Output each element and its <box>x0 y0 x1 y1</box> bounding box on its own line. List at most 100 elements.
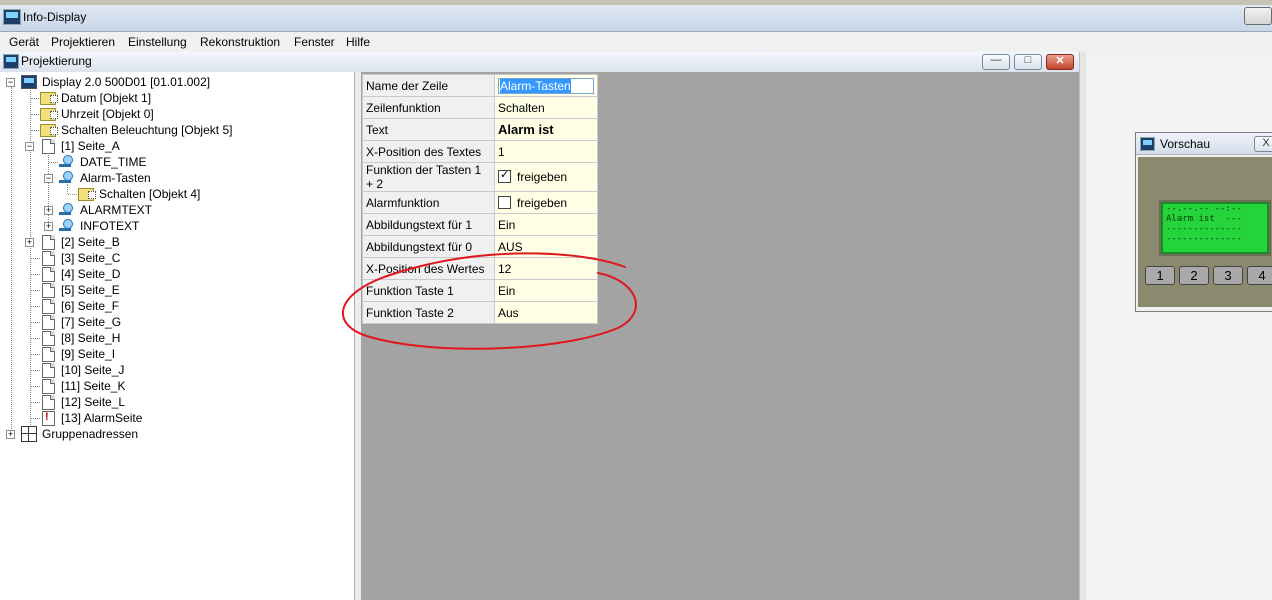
display-app-icon <box>3 9 21 25</box>
device-key-4[interactable]: 4 <box>1247 266 1272 285</box>
tree-item-groups[interactable]: + Gruppenadressen <box>0 426 350 442</box>
property-row: Text Alarm ist <box>362 118 598 141</box>
tree-label-page: [1] Seite_A <box>61 139 120 153</box>
display-icon <box>3 54 19 69</box>
group-addresses-icon <box>21 426 37 442</box>
tree-item-page[interactable]: [4] Seite_D <box>0 266 350 282</box>
tree-item-page[interactable]: [9] Seite_I <box>0 346 350 362</box>
tree-item-page[interactable]: [10] Seite_J <box>0 362 350 378</box>
display-device-icon <box>21 75 37 89</box>
child-minimize-button[interactable]: — <box>982 54 1010 70</box>
menu-fenster[interactable]: Fenster <box>294 35 335 49</box>
red-annotation-ellipse <box>341 252 637 350</box>
menu-rekonstruktion[interactable]: Rekonstruktion <box>200 35 280 49</box>
page-icon <box>42 251 55 266</box>
collapse-icon[interactable]: − <box>25 142 34 151</box>
tree-label-groups: Gruppenadressen <box>42 427 139 441</box>
expand-icon[interactable]: + <box>25 238 34 247</box>
expand-icon[interactable]: + <box>44 206 53 215</box>
freigeben-checkbox-checked[interactable] <box>498 168 511 183</box>
tree-item-page[interactable]: [6] Seite_F <box>0 298 350 314</box>
tree-item-page[interactable]: [7] Seite_G <box>0 314 350 330</box>
checkbox-label: freigeben <box>517 170 568 184</box>
menubar: Gerät Projektieren Einstellung Rekonstru… <box>0 32 1272 53</box>
tree-item-root[interactable]: − Display 2.0 500D01 [01.01.002] <box>0 74 350 90</box>
projektierung-title: Projektierung <box>21 54 92 68</box>
device-key-3[interactable]: 3 <box>1213 266 1243 285</box>
tree-item-page[interactable]: [11] Seite_K <box>0 378 350 394</box>
mdi-scrollbar[interactable] <box>1079 52 1086 600</box>
tree-item-page[interactable]: [5] Seite_E <box>0 282 350 298</box>
tree-item-page[interactable]: [12] Seite_L <box>0 394 350 410</box>
tree-item-line-selected[interactable]: − Alarm-Tasten <box>0 170 350 186</box>
tree-item-line[interactable]: + ALARMTEXT <box>0 202 350 218</box>
page-icon <box>42 283 55 298</box>
page-icon <box>42 139 55 154</box>
page-icon <box>42 331 55 346</box>
menu-projektieren[interactable]: Projektieren <box>51 35 115 49</box>
tree-item-page[interactable]: [3] Seite_C <box>0 250 350 266</box>
child-restore-button[interactable]: □ <box>1014 54 1042 70</box>
property-row: Zeilenfunktion Schalten <box>362 96 598 119</box>
menu-hilfe[interactable]: Hilfe <box>346 35 370 49</box>
object-icon <box>40 92 58 105</box>
tree-label-page: [5] Seite_E <box>61 283 120 297</box>
lcd-line: -------------- <box>1166 224 1242 234</box>
line-icon <box>59 203 73 216</box>
menu-geraet[interactable]: Gerät <box>9 35 39 49</box>
line-name-input[interactable]: Alarm-Tasten <box>500 78 571 93</box>
property-key: Alarmfunktion <box>362 191 495 214</box>
device-key-1[interactable]: 1 <box>1145 266 1175 285</box>
property-value[interactable]: freigeben <box>494 191 598 214</box>
property-row: Name der Zeile Alarm-Tasten <box>362 74 598 97</box>
tree-label-line: INFOTEXT <box>80 219 140 233</box>
expand-icon[interactable]: + <box>6 430 15 439</box>
tree-label-page: [2] Seite_B <box>61 235 120 249</box>
tree-item-page[interactable]: [8] Seite_H <box>0 330 350 346</box>
tree-label-object: Schalten [Objekt 4] <box>99 187 201 201</box>
collapse-icon[interactable]: − <box>44 174 53 183</box>
property-value[interactable]: freigeben <box>494 162 598 192</box>
preview-close-button[interactable]: X <box>1254 136 1272 152</box>
alarm-page-icon <box>42 411 55 426</box>
collapse-icon[interactable]: − <box>6 78 15 87</box>
property-row: X-Position des Textes 1 <box>362 140 598 163</box>
property-key: Funktion der Tasten 1 + 2 <box>362 162 495 192</box>
tree-label-page: [3] Seite_C <box>61 251 121 265</box>
property-row: Alarmfunktion freigeben <box>362 191 598 214</box>
tree-label-page: [9] Seite_I <box>61 347 116 361</box>
property-value[interactable]: 1 <box>494 140 598 163</box>
property-value[interactable]: Ein <box>494 213 598 236</box>
tree-item-page[interactable]: − [1] Seite_A <box>0 138 350 154</box>
tree-item-line[interactable]: + INFOTEXT <box>0 218 350 234</box>
checkbox-label: freigeben <box>517 195 568 210</box>
tree-item-page[interactable]: + [2] Seite_B <box>0 234 350 250</box>
property-value-edit[interactable]: Alarm-Tasten <box>494 74 598 97</box>
minimize-button[interactable] <box>1244 7 1272 25</box>
tree-label-page: [6] Seite_F <box>61 299 120 313</box>
freigeben-checkbox[interactable] <box>498 195 511 209</box>
lcd-line: -------------- <box>1166 234 1242 244</box>
preview-titlebar: Vorschau X <box>1136 133 1272 155</box>
child-close-button[interactable]: ✕ <box>1046 54 1074 70</box>
property-key: Text <box>362 118 495 141</box>
tree-label-object: Uhrzeit [Objekt 0] <box>61 107 154 121</box>
tree-label-line: Alarm-Tasten <box>80 171 151 185</box>
page-icon <box>42 347 55 362</box>
project-tree: − Display 2.0 500D01 [01.01.002] Datum [… <box>0 72 355 600</box>
tree-item-object[interactable]: Schalten Beleuchtung [Objekt 5] <box>0 122 350 138</box>
device-key-2[interactable]: 2 <box>1179 266 1209 285</box>
tree-label-line: ALARMTEXT <box>80 203 153 217</box>
tree-item-line[interactable]: DATE_TIME <box>0 154 350 170</box>
tree-item-object[interactable]: Schalten [Objekt 4] <box>0 186 350 202</box>
property-value[interactable]: Schalten <box>494 96 598 119</box>
line-icon <box>59 171 73 184</box>
menu-einstellung[interactable]: Einstellung <box>128 35 187 49</box>
tree-item-alarm-page[interactable]: [13] AlarmSeite <box>0 410 350 426</box>
expand-icon[interactable]: + <box>44 222 53 231</box>
property-value[interactable]: Alarm ist <box>494 118 598 141</box>
tree-item-object[interactable]: Datum [Objekt 1] <box>0 90 350 106</box>
projektierung-titlebar: Projektierung — □ ✕ <box>0 52 1084 73</box>
lcd-display: --.--.-- --:-- Alarm ist --- -----------… <box>1161 202 1269 254</box>
tree-item-object[interactable]: Uhrzeit [Objekt 0] <box>0 106 350 122</box>
